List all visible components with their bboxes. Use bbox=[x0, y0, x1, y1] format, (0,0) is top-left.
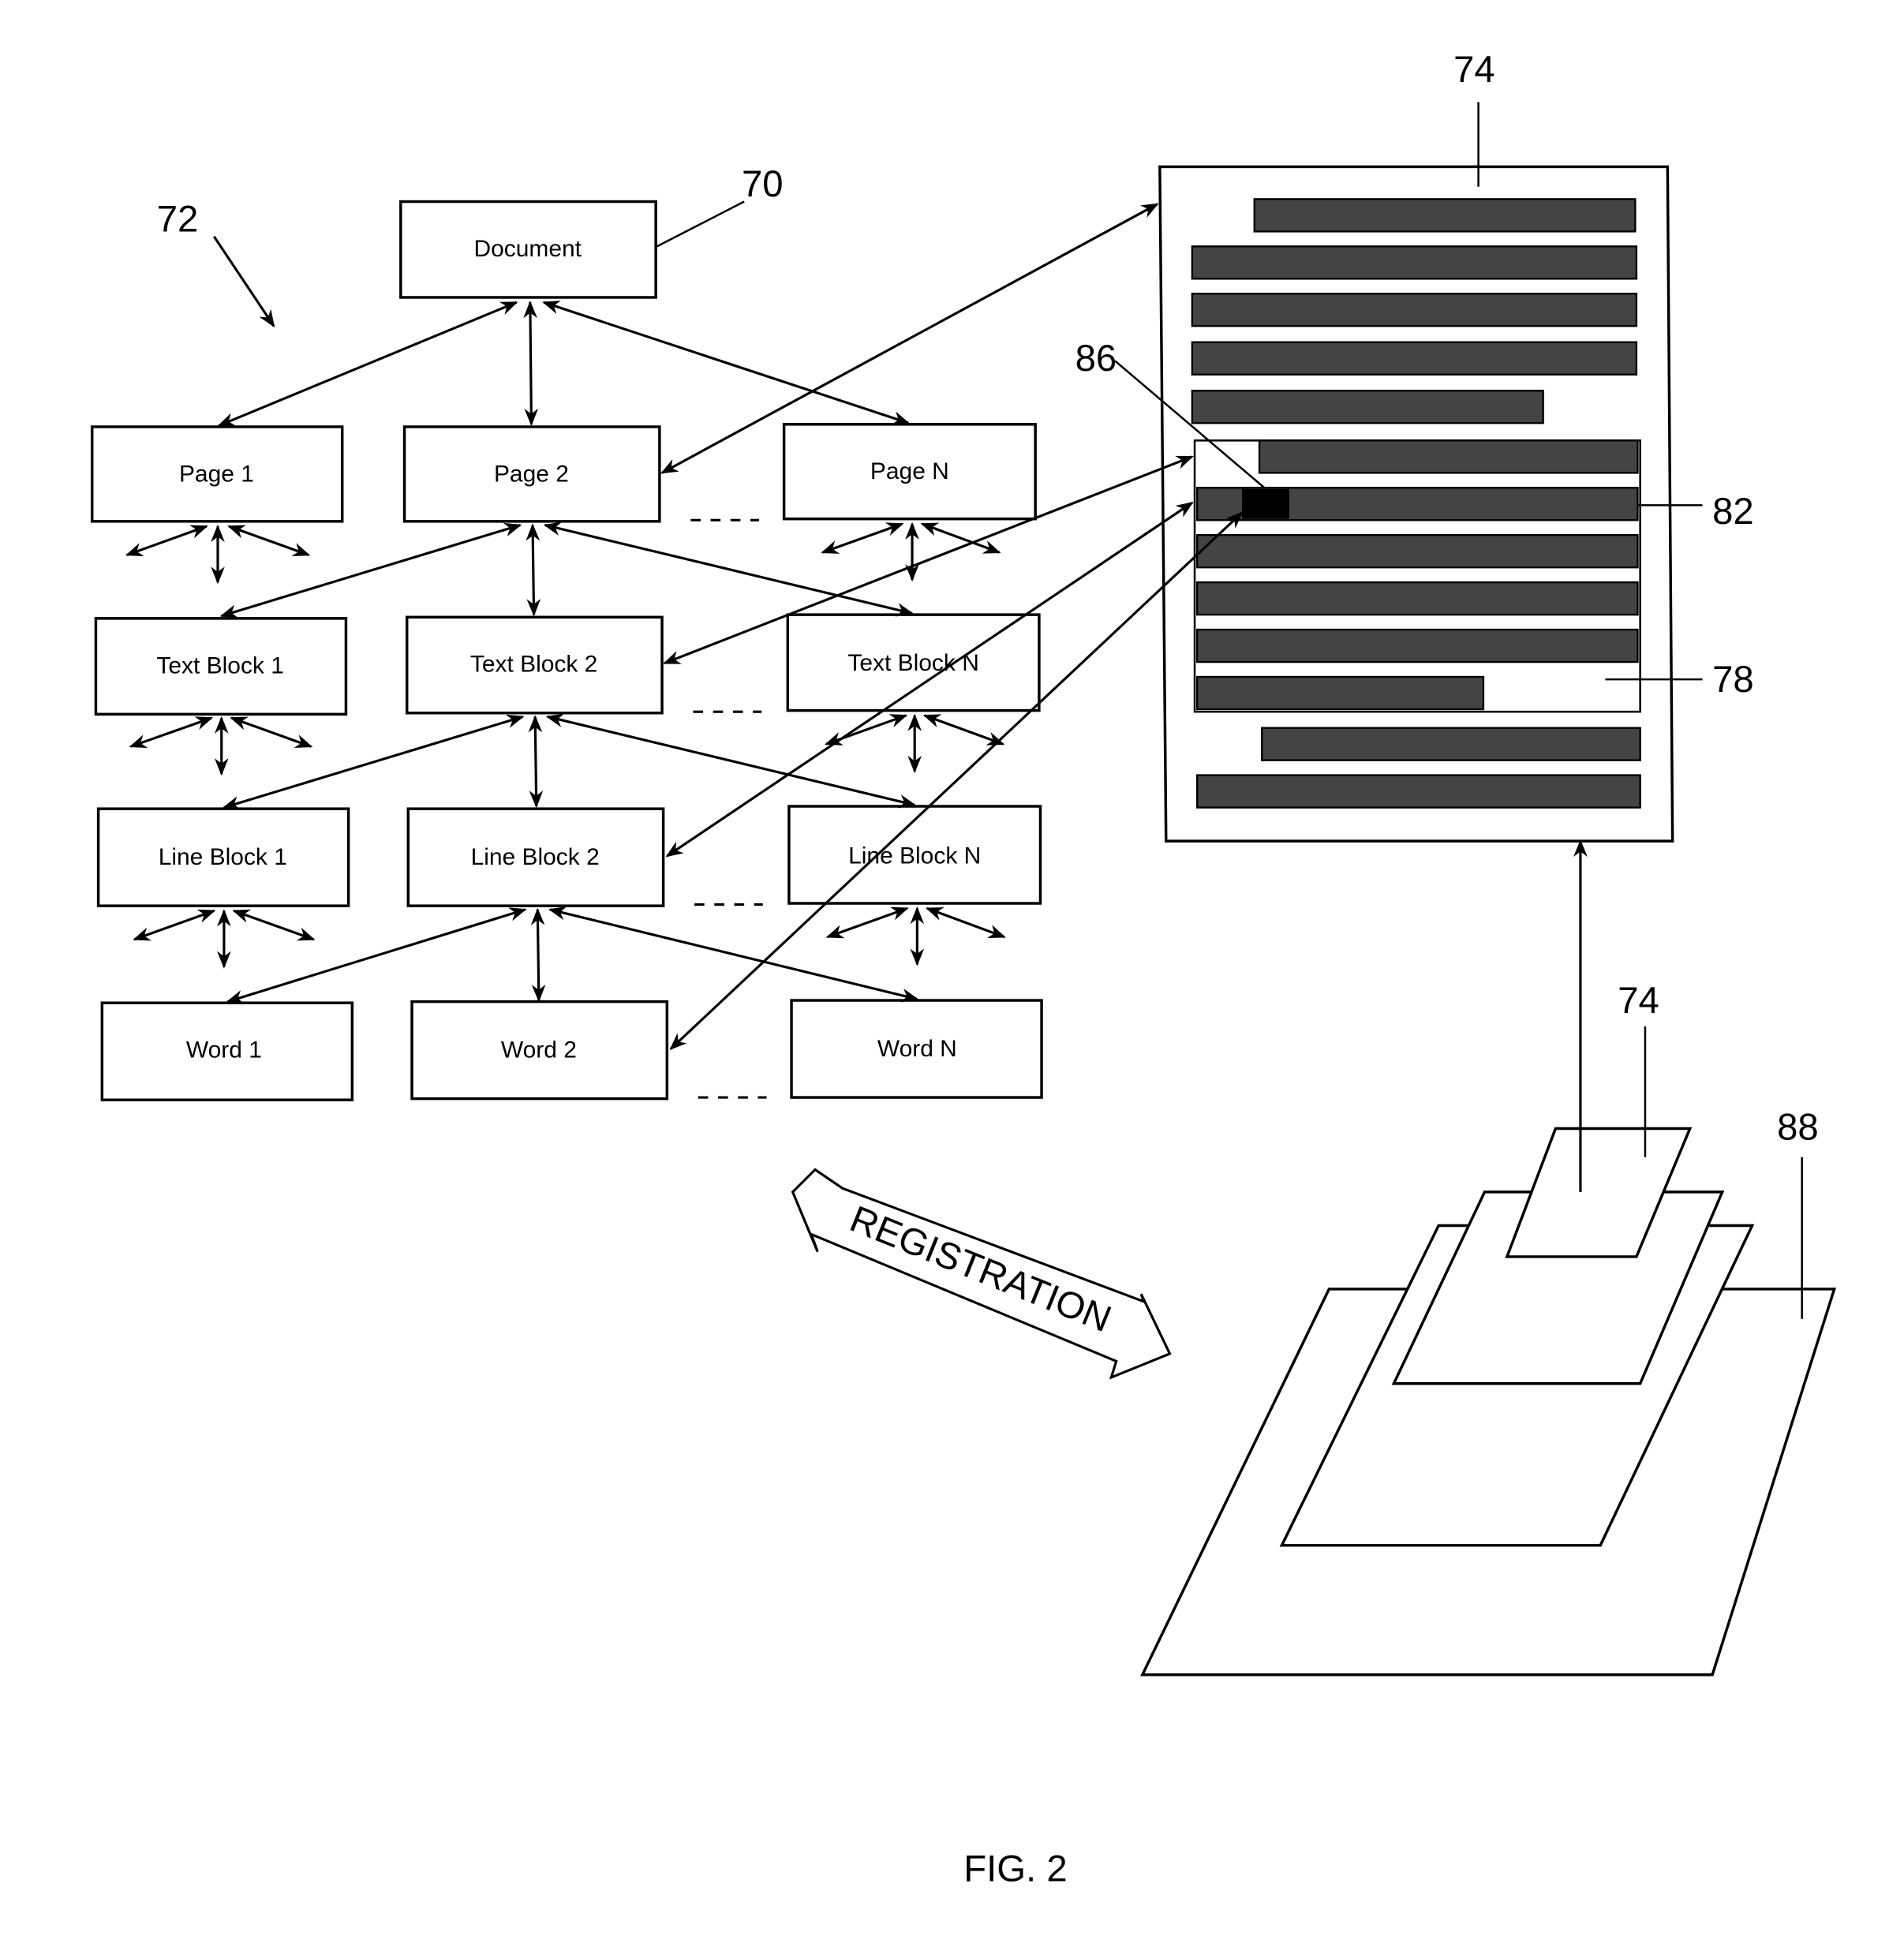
text-block-n-label: Text Block N bbox=[847, 650, 978, 676]
ref-72-arrow bbox=[212, 235, 275, 328]
text-line-bar bbox=[1196, 628, 1639, 663]
text-line-bar bbox=[1261, 727, 1641, 761]
page-row: Page 1 Page 2 Page N bbox=[90, 423, 1037, 523]
page-stack: 74 88 bbox=[1140, 839, 1837, 1676]
page-n-label: Page N bbox=[870, 458, 949, 484]
figure-caption: FIG. 2 bbox=[963, 1848, 1067, 1890]
text-block-row: Text Block 1 Text Block 2 Text Block N bbox=[94, 613, 1041, 716]
text-line-bar bbox=[1253, 198, 1637, 233]
text-line-bar bbox=[1196, 774, 1641, 809]
ref-74-stack: 74 bbox=[1618, 980, 1659, 1022]
text-line-bar bbox=[1258, 439, 1639, 474]
line-block-row: Line Block 1 Line Block 2 Line Block N bbox=[96, 805, 1042, 907]
page-image: 74 86 82 78 bbox=[1075, 49, 1754, 843]
ref-82: 82 bbox=[1712, 491, 1754, 533]
word-1-label: Word 1 bbox=[186, 1037, 262, 1063]
line-block-1-label: Line Block 1 bbox=[159, 844, 287, 870]
ref-88: 88 bbox=[1777, 1107, 1819, 1149]
document-label: Document bbox=[473, 236, 582, 262]
text-line-bar bbox=[1191, 245, 1638, 280]
registration-arrow: REGISTRATION bbox=[791, 1168, 1172, 1380]
ref-70-leader bbox=[656, 200, 745, 248]
text-line-bar bbox=[1196, 581, 1639, 616]
page-2-label: Page 2 bbox=[494, 461, 569, 487]
line-block-2-label: Line Block 2 bbox=[471, 844, 600, 870]
text-line-bar bbox=[1191, 293, 1638, 327]
ref-78: 78 bbox=[1712, 659, 1754, 701]
page-1-label: Page 1 bbox=[179, 461, 254, 487]
word-2-label: Word 2 bbox=[501, 1037, 577, 1063]
word-n-label: Word N bbox=[877, 1036, 957, 1062]
text-line-bar bbox=[1191, 390, 1544, 424]
ref-86: 86 bbox=[1075, 338, 1117, 379]
text-line-bar bbox=[1196, 675, 1485, 711]
registration-label: REGISTRATION bbox=[844, 1198, 1117, 1341]
text-block-1-label: Text Block 1 bbox=[156, 652, 283, 678]
text-line-bar bbox=[1191, 341, 1638, 376]
ref-70: 70 bbox=[742, 163, 784, 205]
word-row: Word 1 Word 2 Word N bbox=[100, 999, 1043, 1101]
ref-72: 72 bbox=[157, 198, 199, 240]
patent-figure: 72 Document 70 Page 1 Page 2 Page N Text… bbox=[90, 49, 1837, 1890]
word-86-highlight bbox=[1241, 488, 1289, 519]
ref-74-top: 74 bbox=[1453, 49, 1495, 91]
text-line-bar bbox=[1196, 534, 1639, 569]
text-block-2-label: Text Block 2 bbox=[470, 652, 597, 678]
